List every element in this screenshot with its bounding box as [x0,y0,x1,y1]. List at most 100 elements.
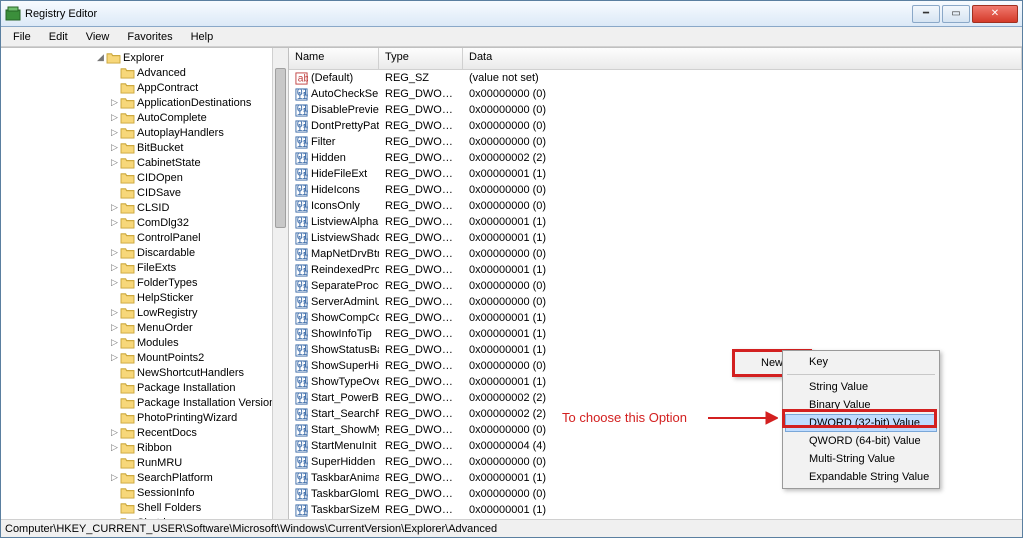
svg-text:110: 110 [297,315,308,325]
column-headers[interactable]: Name Type Data [289,48,1022,70]
svg-text:110: 110 [297,299,308,309]
ctx-item[interactable]: QWORD (64-bit) Value [785,432,937,450]
tree-item[interactable]: ▷RecentDocs [1,425,288,440]
svg-text:110: 110 [297,443,308,453]
tree-item[interactable]: ▷Shutdown [1,515,288,519]
col-name[interactable]: Name [289,48,379,69]
value-row[interactable]: 011110HideIconsREG_DWORD0x00000000 (0) [289,182,1022,198]
col-data[interactable]: Data [463,48,1022,69]
svg-text:110: 110 [297,107,308,117]
tree-item[interactable]: CIDSave [1,185,288,200]
menu-help[interactable]: Help [183,29,222,45]
value-row[interactable]: ab(Default)REG_SZ(value not set) [289,70,1022,86]
menubar: File Edit View Favorites Help [1,27,1022,47]
tree-item[interactable]: ▷AutoplayHandlers [1,125,288,140]
value-row[interactable]: 011110AutoCheckSelectREG_DWORD0x00000000… [289,86,1022,102]
ctx-item[interactable]: Key [785,353,937,371]
ctx-item[interactable]: String Value [785,378,937,396]
annotation-text: To choose this Option [562,410,687,425]
svg-text:110: 110 [297,155,308,165]
tree-item[interactable]: Package Installation [1,380,288,395]
app-icon [5,6,21,22]
value-row[interactable]: 011110ShowInfoTipREG_DWORD0x00000001 (1) [289,326,1022,342]
svg-text:110: 110 [297,459,308,469]
ctx-item[interactable]: Binary Value [785,396,937,414]
tree-item[interactable]: ▷FileExts [1,260,288,275]
svg-text:110: 110 [297,139,308,149]
tree-item[interactable]: ▷MountPoints2 [1,350,288,365]
tree-item[interactable]: PhotoPrintingWizard [1,410,288,425]
tree-pane[interactable]: ◢ExplorerAdvancedAppContract▷Application… [1,48,289,519]
tree-item[interactable]: AppContract [1,80,288,95]
tree-item[interactable]: ▷LowRegistry [1,305,288,320]
maximize-button[interactable]: ▭ [942,5,970,23]
tree-item[interactable]: ▷MenuOrder [1,320,288,335]
ctx-item[interactable]: DWORD (32-bit) Value [785,414,937,432]
minimize-button[interactable]: ━ [912,5,940,23]
svg-text:110: 110 [297,411,308,421]
titlebar[interactable]: Registry Editor ━ ▭ ✕ [1,1,1022,27]
context-submenu-new[interactable]: Key String ValueBinary ValueDWORD (32-bit… [782,350,940,489]
tree-item[interactable]: CIDOpen [1,170,288,185]
value-row[interactable]: 011110HiddenREG_DWORD0x00000002 (2) [289,150,1022,166]
value-row[interactable]: 011110DisablePreviewD...REG_DWORD0x00000… [289,102,1022,118]
value-row[interactable]: 011110ReindexedProfileREG_DWORD0x0000000… [289,262,1022,278]
value-row[interactable]: 011110ServerAdminUIREG_DWORD0x00000000 (… [289,294,1022,310]
tree-item[interactable]: ControlPanel [1,230,288,245]
svg-text:110: 110 [297,235,308,245]
ctx-item[interactable]: Expandable String Value [785,468,937,486]
value-row[interactable]: 011110ShowCompColorREG_DWORD0x00000001 (… [289,310,1022,326]
ctx-item[interactable]: Multi-String Value [785,450,937,468]
svg-text:110: 110 [297,187,308,197]
svg-text:110: 110 [297,91,308,101]
svg-text:110: 110 [297,347,308,357]
tree-item[interactable]: ▷Modules [1,335,288,350]
tree-item[interactable]: ▷ComDlg32 [1,215,288,230]
tree-item[interactable]: ▷Discardable [1,245,288,260]
svg-text:110: 110 [297,331,308,341]
svg-text:110: 110 [297,395,308,405]
svg-text:110: 110 [297,363,308,373]
tree-item[interactable]: ▷Ribbon [1,440,288,455]
tree-item[interactable]: Advanced [1,65,288,80]
tree-item[interactable]: ▷CabinetState [1,155,288,170]
value-row[interactable]: 011110MapNetDrvBtnREG_DWORD0x00000000 (0… [289,246,1022,262]
svg-text:110: 110 [297,267,308,277]
col-type[interactable]: Type [379,48,463,69]
svg-text:110: 110 [297,379,308,389]
value-row[interactable]: 011110TaskbarSizeMoveREG_DWORD0x00000001… [289,502,1022,518]
tree-item[interactable]: ▷ApplicationDestinations [1,95,288,110]
window-title: Registry Editor [25,8,910,20]
menu-file[interactable]: File [5,29,39,45]
tree-item[interactable]: ▷FolderTypes [1,275,288,290]
tree-item-explorer[interactable]: ◢Explorer [1,50,288,65]
tree-item[interactable]: HelpSticker [1,290,288,305]
value-row[interactable]: 011110ListviewShadowREG_DWORD0x00000001 … [289,230,1022,246]
tree-item[interactable]: ▷AutoComplete [1,110,288,125]
statusbar: Computer\HKEY_CURRENT_USER\Software\Micr… [1,519,1022,537]
tree-item[interactable]: ▷SearchPlatform [1,470,288,485]
value-row[interactable]: 011110SeparateProcessREG_DWORD0x00000000… [289,278,1022,294]
tree-item[interactable]: ▷BitBucket [1,140,288,155]
svg-text:110: 110 [297,491,308,501]
tree-item[interactable]: Package Installation Version [1,395,288,410]
tree-item[interactable]: Shell Folders [1,500,288,515]
menu-view[interactable]: View [78,29,118,45]
value-row[interactable]: 011110FilterREG_DWORD0x00000000 (0) [289,134,1022,150]
tree-item[interactable]: SessionInfo [1,485,288,500]
tree-item[interactable]: NewShortcutHandlers [1,365,288,380]
value-row[interactable]: 011110ListviewAlphaSe...REG_DWORD0x00000… [289,214,1022,230]
svg-text:110: 110 [297,171,308,181]
value-row[interactable]: 011110HideFileExtREG_DWORD0x00000001 (1) [289,166,1022,182]
tree-scrollbar[interactable] [272,48,288,519]
tree-item[interactable]: RunMRU [1,455,288,470]
menu-favorites[interactable]: Favorites [119,29,180,45]
tree-item[interactable]: ▷CLSID [1,200,288,215]
close-button[interactable]: ✕ [972,5,1018,23]
svg-text:110: 110 [297,219,308,229]
svg-text:110: 110 [297,123,308,133]
value-row[interactable]: 011110DontPrettyPathREG_DWORD0x00000000 … [289,118,1022,134]
value-row[interactable]: 011110IconsOnlyREG_DWORD0x00000000 (0) [289,198,1022,214]
annotation-arrow-icon [708,410,778,426]
menu-edit[interactable]: Edit [41,29,76,45]
